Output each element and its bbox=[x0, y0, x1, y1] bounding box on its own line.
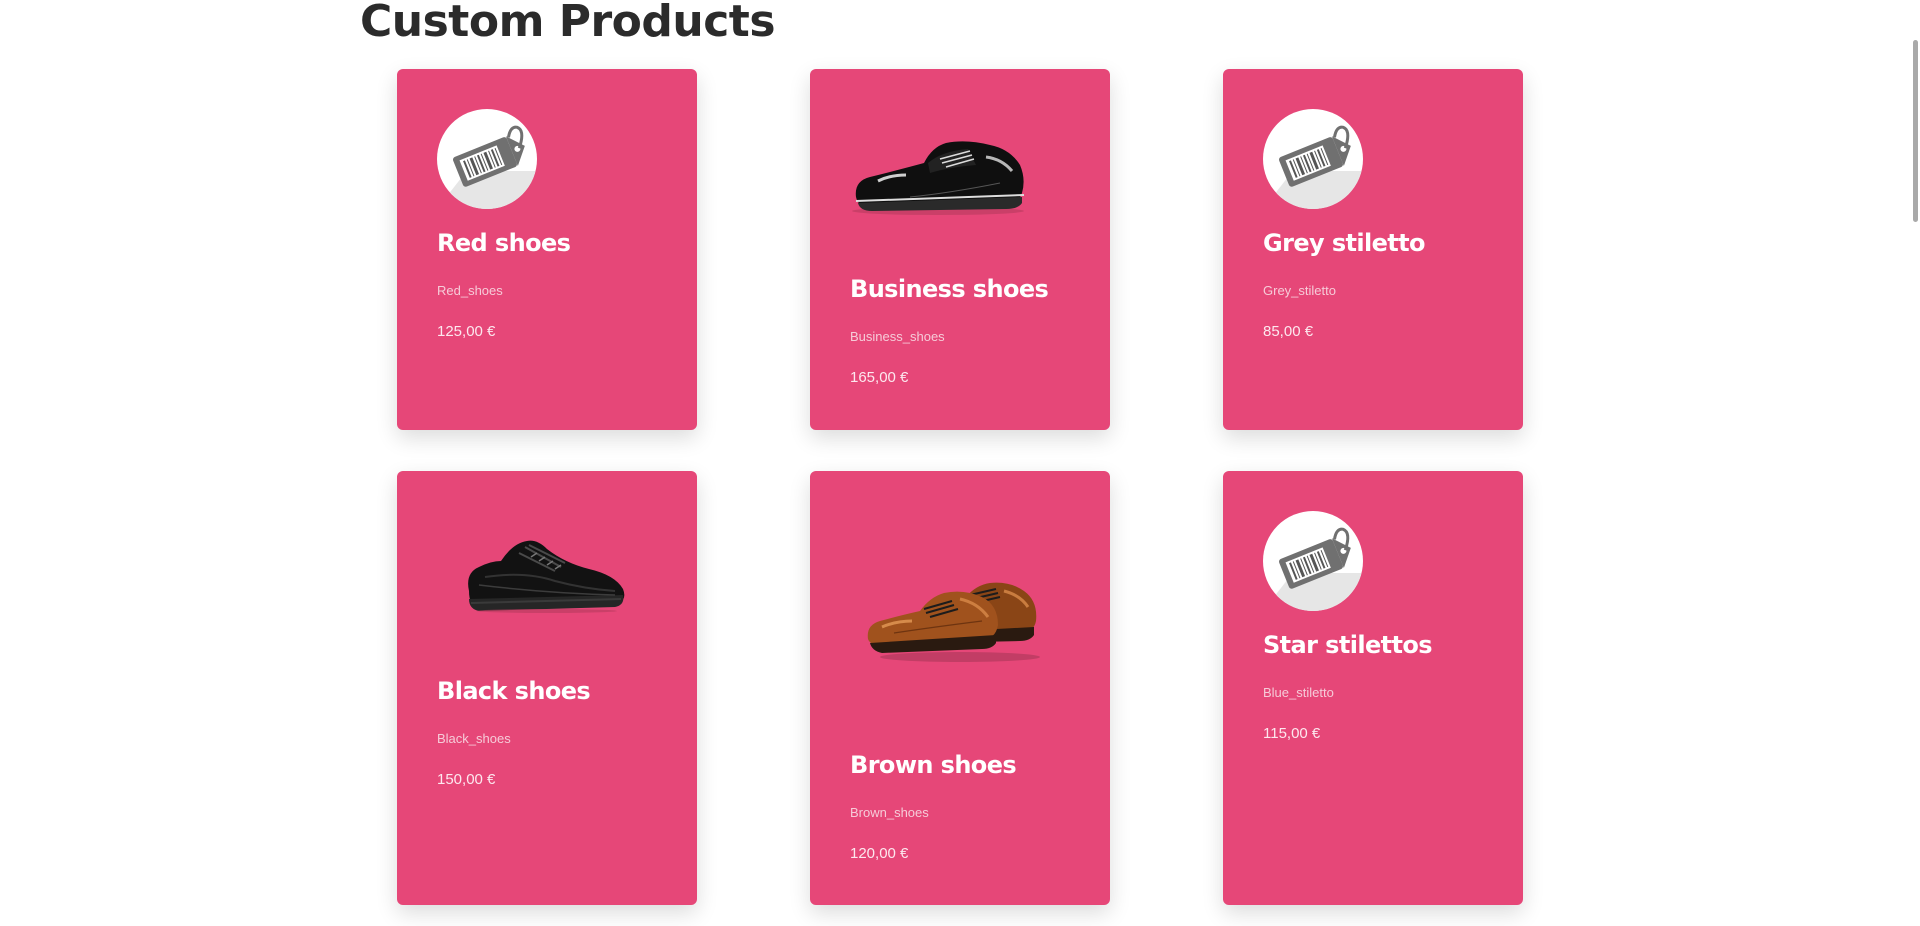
product-price: 165,00 € bbox=[850, 369, 909, 386]
product-image[interactable] bbox=[1263, 109, 1363, 209]
product-image[interactable] bbox=[864, 579, 1040, 668]
product-card-business-shoes[interactable]: Business shoes Business_shoes 165,00 € bbox=[810, 69, 1110, 430]
product-name[interactable]: Business shoes bbox=[850, 275, 1049, 303]
page-title: Custom Products bbox=[360, 0, 776, 47]
price-tag-icon bbox=[1263, 511, 1363, 611]
brown-shoes-pair-image bbox=[867, 582, 1040, 662]
product-reference: Business_shoes bbox=[850, 329, 945, 344]
product-card-red-shoes[interactable]: Red shoes Red_shoes 125,00 € bbox=[397, 69, 697, 430]
product-reference: Black_shoes bbox=[437, 731, 511, 746]
price-tag-icon bbox=[437, 109, 537, 209]
product-price: 120,00 € bbox=[850, 845, 909, 862]
product-image[interactable] bbox=[1263, 511, 1363, 611]
product-name[interactable]: Grey stiletto bbox=[1263, 229, 1426, 257]
product-name[interactable]: Brown shoes bbox=[850, 751, 1017, 779]
product-price: 115,00 € bbox=[1263, 725, 1321, 742]
product-price: 125,00 € bbox=[437, 323, 496, 340]
product-image[interactable] bbox=[850, 137, 1026, 222]
product-name[interactable]: Black shoes bbox=[437, 677, 591, 705]
product-price: 85,00 € bbox=[1263, 323, 1314, 340]
black-dress-shoe-image bbox=[852, 141, 1025, 215]
product-reference: Brown_shoes bbox=[850, 805, 929, 820]
product-image[interactable] bbox=[465, 537, 627, 618]
product-price: 150,00 € bbox=[437, 771, 496, 788]
product-name[interactable]: Star stilettos bbox=[1263, 631, 1433, 659]
product-reference: Blue_stiletto bbox=[1263, 685, 1334, 700]
product-card-black-shoes[interactable]: Black shoes Black_shoes 150,00 € bbox=[397, 471, 697, 905]
product-card-star-stilettos[interactable]: Star stilettos Blue_stiletto 115,00 € bbox=[1223, 471, 1523, 905]
black-sneaker-image bbox=[468, 540, 625, 613]
product-reference: Red_shoes bbox=[437, 283, 503, 298]
product-name[interactable]: Red shoes bbox=[437, 229, 571, 257]
scrollbar[interactable] bbox=[1906, 0, 1920, 926]
scrollbar-thumb[interactable] bbox=[1913, 40, 1918, 222]
product-card-brown-shoes[interactable]: Brown shoes Brown_shoes 120,00 € bbox=[810, 471, 1110, 905]
price-tag-icon bbox=[1263, 109, 1363, 209]
product-image[interactable] bbox=[437, 109, 537, 209]
product-card-grey-stiletto[interactable]: Grey stiletto Grey_stiletto 85,00 € bbox=[1223, 69, 1523, 430]
product-reference: Grey_stiletto bbox=[1263, 283, 1336, 298]
